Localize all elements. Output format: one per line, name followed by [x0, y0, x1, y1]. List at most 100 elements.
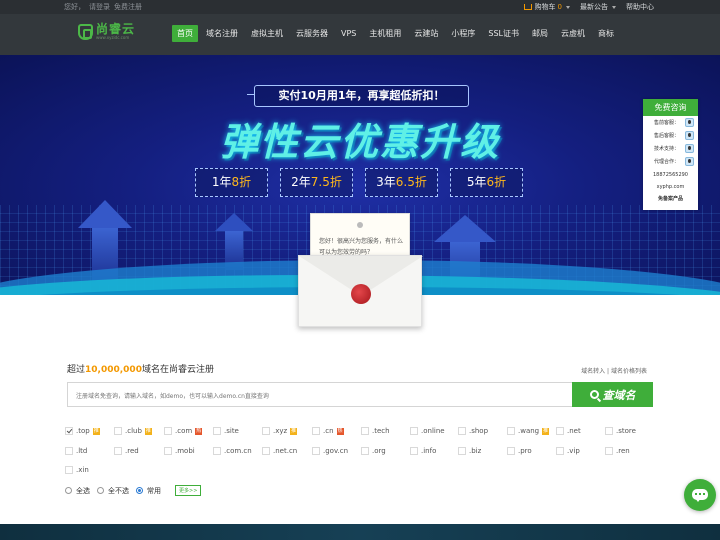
chat-button[interactable]: [684, 479, 716, 511]
tld-option[interactable]: .top 推: [65, 427, 100, 435]
qq-icon: [685, 131, 694, 140]
tld-option[interactable]: .com.cn: [213, 447, 252, 455]
tld-option[interactable]: .net: [556, 427, 581, 435]
tld-option[interactable]: .online: [410, 427, 445, 435]
tld-checkbox[interactable]: [410, 447, 418, 455]
tld-option[interactable]: .vip: [556, 447, 580, 455]
tld-checkbox[interactable]: [312, 427, 320, 435]
tld-checkbox[interactable]: [605, 427, 613, 435]
tld-checkbox[interactable]: [114, 427, 122, 435]
tld-checkbox[interactable]: [556, 427, 564, 435]
tld-option[interactable]: .org: [361, 447, 386, 455]
tld-checkbox[interactable]: [262, 447, 270, 455]
domain-transfer-link[interactable]: 域名转入: [581, 368, 605, 375]
tld-option[interactable]: .cn 热: [312, 427, 344, 435]
nav-item[interactable]: VPS: [336, 25, 361, 42]
nav-item[interactable]: 云建站: [409, 25, 443, 42]
tld-option[interactable]: .pro: [507, 447, 532, 455]
tld-option[interactable]: .club 推: [114, 427, 152, 435]
radio-select-all[interactable]: [65, 487, 72, 494]
radio-select-none[interactable]: [97, 487, 104, 494]
tld-option[interactable]: .xyz 推: [262, 427, 298, 435]
domain-prices-link[interactable]: 域名价格列表: [611, 368, 647, 375]
consult-row[interactable]: 售前客服：: [643, 116, 698, 129]
consult-filing[interactable]: 免备案产品: [643, 194, 698, 204]
tld-option[interactable]: .tech: [361, 427, 390, 435]
more-tlds-button[interactable]: 更多>>: [175, 485, 202, 496]
tld-checkbox[interactable]: [605, 447, 613, 455]
tld-option[interactable]: .store: [605, 427, 636, 435]
logo[interactable]: 尚睿云 www.xyzidc.com: [78, 23, 135, 40]
tld-option[interactable]: .ltd: [65, 447, 87, 455]
tld-checkbox[interactable]: [65, 466, 73, 474]
help-link[interactable]: 帮助中心: [626, 0, 654, 14]
common-label: 常用: [147, 486, 161, 495]
tld-checkbox[interactable]: [262, 427, 270, 435]
nav-item[interactable]: 虚拟主机: [246, 25, 288, 42]
discount-offer[interactable]: 5年6折: [450, 168, 523, 197]
tld-label: .com.cn: [224, 447, 252, 455]
discount-offer[interactable]: 3年6.5折: [365, 168, 438, 197]
logo-icon: [78, 23, 93, 40]
tld-checkbox[interactable]: [164, 447, 172, 455]
tld-checkbox[interactable]: [114, 447, 122, 455]
tld-option[interactable]: .info: [410, 447, 436, 455]
tld-checkbox[interactable]: [458, 427, 466, 435]
login-link[interactable]: 请登录: [89, 3, 110, 11]
consult-site[interactable]: xyphp.com: [643, 182, 698, 192]
tld-option[interactable]: .net.cn: [262, 447, 297, 455]
nav-item[interactable]: 云虚机: [556, 25, 590, 42]
announcement-label: 最新公告: [580, 3, 608, 11]
tld-checkbox[interactable]: [65, 447, 73, 455]
cart-link[interactable]: 购物车 0: [523, 0, 570, 14]
tld-checkbox[interactable]: [213, 447, 221, 455]
tld-option[interactable]: .red: [114, 447, 139, 455]
nav-item[interactable]: SSL证书: [483, 25, 524, 42]
tld-checkbox[interactable]: [361, 427, 369, 435]
tld-checkbox[interactable]: [556, 447, 564, 455]
tld-checkbox[interactable]: [213, 427, 221, 435]
search-icon: [589, 390, 599, 399]
tld-option[interactable]: .ren: [605, 447, 630, 455]
consult-row[interactable]: 技术支持：: [643, 142, 698, 155]
tld-option[interactable]: .gov.cn: [312, 447, 348, 455]
discount-offer[interactable]: 2年7.5折: [280, 168, 353, 197]
domain-search-input[interactable]: [68, 385, 572, 408]
tld-option[interactable]: .com 热: [164, 427, 203, 435]
search-title-pre: 超过: [67, 365, 86, 375]
nav-item[interactable]: 云服务器: [291, 25, 333, 42]
tld-option[interactable]: .xin: [65, 466, 89, 474]
tld-option[interactable]: .wang 推: [507, 427, 550, 435]
discount-offer[interactable]: 1年8折: [195, 168, 268, 197]
register-link[interactable]: 免费注册: [114, 3, 142, 11]
nav-item[interactable]: 商标: [593, 25, 619, 42]
recommend-badge: 推: [542, 427, 550, 435]
nav-item[interactable]: 主机租用: [364, 25, 406, 42]
tld-checkbox[interactable]: [65, 427, 73, 435]
consult-title[interactable]: 免费咨询: [643, 99, 698, 116]
tld-label: .com: [175, 427, 193, 435]
tld-option[interactable]: .biz: [458, 447, 481, 455]
nav-item[interactable]: 小程序: [446, 25, 480, 42]
tld-checkbox[interactable]: [507, 427, 515, 435]
radio-common[interactable]: [136, 487, 143, 494]
qq-icon: [685, 118, 694, 127]
search-domain-button[interactable]: 查域名: [572, 382, 653, 407]
nav-item[interactable]: 域名注册: [201, 25, 243, 42]
offer-discount: 6折: [486, 175, 507, 189]
nav-item[interactable]: 邮局: [527, 25, 553, 42]
announcement-link[interactable]: 最新公告: [580, 0, 616, 14]
tld-option[interactable]: .site: [213, 427, 239, 435]
consult-row[interactable]: 售后客服：: [643, 129, 698, 142]
tld-option[interactable]: .mobi: [164, 447, 195, 455]
tld-checkbox[interactable]: [458, 447, 466, 455]
tld-checkbox[interactable]: [410, 427, 418, 435]
tld-checkbox[interactable]: [361, 447, 369, 455]
tld-checkbox[interactable]: [312, 447, 320, 455]
tld-checkbox[interactable]: [507, 447, 515, 455]
nav-item[interactable]: 首页: [172, 25, 198, 42]
hot-badge: 热: [195, 427, 203, 435]
tld-checkbox[interactable]: [164, 427, 172, 435]
tld-option[interactable]: .shop: [458, 427, 488, 435]
consult-row[interactable]: 代理合作：: [643, 155, 698, 168]
